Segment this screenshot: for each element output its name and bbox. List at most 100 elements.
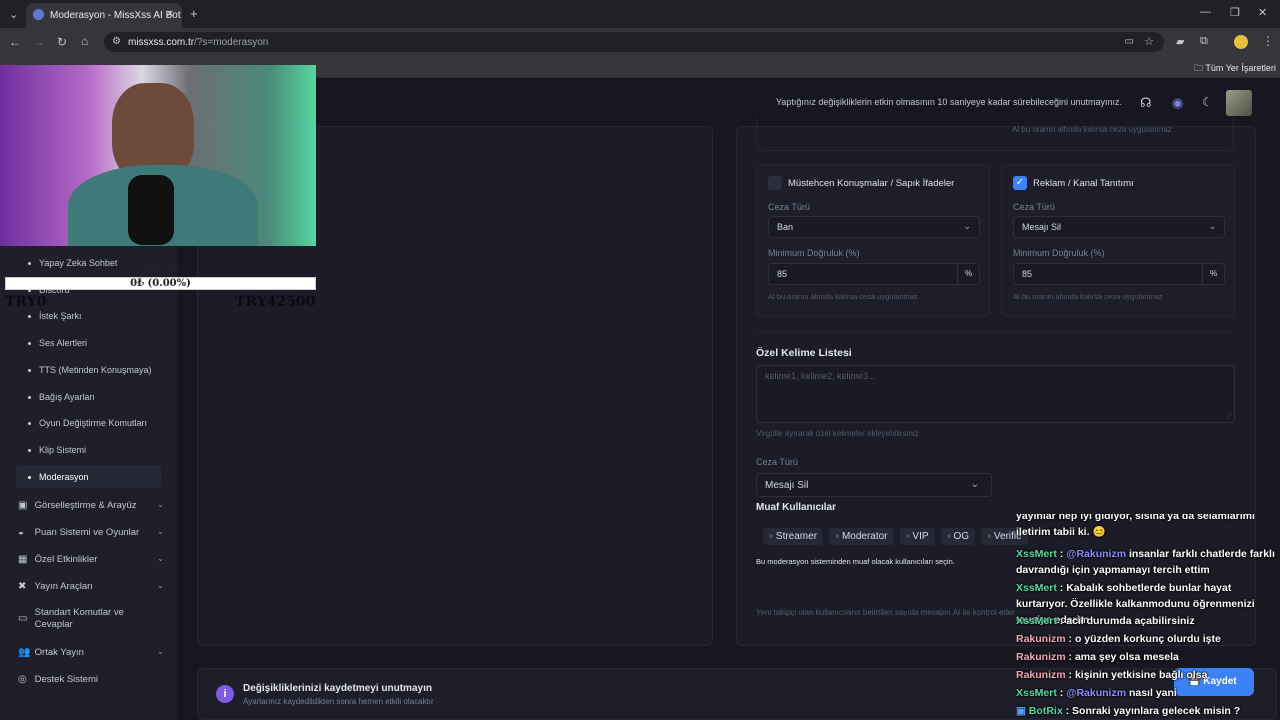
users-icon: 👥 [18,647,31,658]
all-bookmarks-label: Tüm Yer İşaretleri [1205,63,1276,73]
info-icon: i [216,685,234,703]
sidebar-item-klip[interactable]: Klip Sistemi [28,445,86,455]
bullet-icon [28,422,31,426]
obscene-checkbox[interactable] [768,176,782,190]
remove-tag-icon[interactable]: × [769,532,776,541]
sidebar-item-yayin-araclari[interactable]: ✖ Yayın Araçları ⌄ [18,581,168,592]
home-icon[interactable]: ⌂ [81,34,88,48]
window-close-icon[interactable]: ✕ [1258,6,1267,19]
bookmark-star-icon[interactable]: ☆ [1144,35,1154,48]
microphone [128,175,174,245]
donation-progress-bar: 0₺ (0.00%) [5,277,316,290]
accuracy-input[interactable]: 85 % [768,263,980,285]
new-tab-icon[interactable]: + [190,6,198,21]
minimize-icon[interactable]: — [1200,6,1211,18]
extension-icon[interactable]: ▰ [1176,35,1184,48]
calendar-icon: ▦ [18,554,28,565]
browser-tab[interactable]: Moderasyon - MissXss AI Bot S ✕ [26,3,182,28]
moon-icon[interactable]: ☾ [1202,95,1213,109]
previous-card: Al bu oranın altında kalırsa ceza uygula… [756,117,1234,151]
sidebar-item-oyun-degistirme[interactable]: Oyun Değiştirme Komutları [28,418,147,428]
chat-message: XssMert : @Rakunizm nasıl yani [1016,687,1177,699]
close-tab-icon[interactable]: ✕ [166,9,174,20]
tab-title: Moderasyon - MissXss AI Bot S [50,10,182,21]
url-domain: missxss.com.tr [128,37,195,48]
penalty-select[interactable]: Ban ⌄ [768,216,980,238]
reload-icon[interactable]: ↻ [57,35,67,49]
penalty-select[interactable]: Mesajı Sil ⌄ [1013,216,1225,238]
penalty-type-select[interactable]: Mesajı Sil ⌄ [756,473,992,497]
remove-tag-icon[interactable]: × [987,532,994,541]
chat-message: ▣ BotRix : Sonraki yayınlara gelecek mis… [1016,705,1241,717]
webcam-overlay [0,65,316,246]
sidebar-item-yapay-zeka[interactable]: Yapay Zeka Sohbet [28,258,117,268]
discord-icon[interactable]: ◉ [1172,95,1183,111]
address-bar[interactable]: ⚙ missxss.com.tr/?s=moderasyon ▭ ☆ [104,32,1164,52]
site-info-icon[interactable]: ⚙ [112,36,121,47]
chevron-down-icon: ⌄ [157,500,164,509]
sidebar-item-moderasyon[interactable]: Moderasyon [28,472,89,482]
palette-icon: ▣ [18,500,28,511]
bullet-icon [28,342,31,346]
ads-checkbox[interactable]: ✓ [1013,176,1027,190]
chevron-down-icon: ⌄ [963,221,971,231]
exempt-tag[interactable]: × OG [940,528,976,545]
resize-handle-icon[interactable]: ⟋ [1226,412,1232,422]
avatar[interactable] [1226,90,1252,116]
sidebar-item-standart-komutlar[interactable]: ▭ Standart Komutlar ve Cevaplar [18,607,168,631]
exempt-tag[interactable]: × VIP [899,528,935,545]
sidebar-item-istek-sarki[interactable]: İstek Şarkı [28,311,82,321]
sidebar-item-ses-alertleri[interactable]: Ses Alertleri [28,338,87,348]
new-follower-hint: Yeni takipçi olan kullanıcıların belirti… [756,608,1015,617]
overlay-label: borçlar [143,263,180,274]
sidebar-item-bagis[interactable]: Bağış Ayarları [28,392,95,402]
sidebar-item-puan[interactable]: ◒ Puan Sistemi ve Oyunlar ⌄ [18,527,168,538]
moderation-card-obscene: Müstehcen Konuşmalar / Sapık İfadeler Ce… [756,164,990,317]
previous-card-hint: Al bu oranın altında kalırsa ceza uygula… [1012,125,1172,134]
chat-message: XssMert : acil durumda açabilirsiniz [1016,615,1195,627]
sidebar-item-ortak-yayin[interactable]: 👥 Ortak Yayın ⌄ [18,647,168,658]
chevron-down-icon: ⌄ [157,527,164,536]
menu-icon[interactable]: ⋮ [1262,34,1274,48]
exempt-tags[interactable]: × Streamer × Moderator × VIP × OG × Verifie [763,526,1053,545]
restore-icon[interactable]: ❐ [1230,6,1240,19]
url-path: /?s=moderasyon [194,37,269,48]
sidebar-item-destek[interactable]: ◎ Destek Sistemi [18,674,168,685]
sidebar-item-ozel-etkinlikler[interactable]: ▦ Özel Etkinlikler ⌄ [18,554,168,565]
puzzle-icon[interactable]: ⧉ [1200,35,1208,48]
sidebar-item-gorsellestirme[interactable]: ▣ Görselleştirme & Arayüz ⌄ [18,500,168,511]
profile-avatar[interactable] [1234,35,1248,49]
sidebar-item-tts[interactable]: TTS (Metinden Konuşmaya) [28,365,152,375]
exempt-users-title: Muaf Kullanıcılar [756,502,837,513]
forward-icon[interactable]: → [33,35,45,49]
bullet-icon [28,449,31,453]
accuracy-label: Minimum Doğruluk (%) [1013,248,1105,258]
chat-message: XssMert : @Rakunizm insanlar farklı chat… [1016,548,1275,576]
terminal-icon: ▭ [18,613,28,624]
custom-words-title: Özel Kelime Listesi [756,347,852,359]
penalty-type-label: Ceza Türü [756,457,798,467]
remove-tag-icon[interactable]: × [835,532,842,541]
penalty-label: Ceza Türü [768,202,810,212]
cast-icon[interactable]: ▭ [1125,36,1134,47]
exempt-tag[interactable]: × Moderator [829,528,894,545]
headset-icon[interactable]: ☊ [1140,95,1152,111]
all-bookmarks[interactable]: 🗀 Tüm Yer İşaretleri [1194,61,1276,77]
header-notice: Yaptığınız değişikliklerin etkin olmasın… [776,97,1123,107]
tab-search-chevron-icon[interactable]: ⌄ [9,8,18,21]
accuracy-label: Minimum Doğruluk (%) [768,248,860,258]
percent-unit: % [957,264,979,284]
exempt-tag[interactable]: × Streamer [763,528,824,545]
custom-words-hint: Virgülle ayırarak özel kelimeler ekleyeb… [756,429,919,438]
divider [756,332,1234,333]
save-bar-title: Değişikliklerinizi kaydetmeyi unutmayın [243,683,432,694]
custom-words-textarea[interactable]: kelime1, kelime2, kelime3... ⟋ [756,365,1235,423]
chat-overlay: yayınlar hep iyi gidiyor, sisina'ya da s… [1016,514,1278,720]
chevron-down-icon: ⌄ [157,581,164,590]
bullet-icon [28,315,31,319]
chevron-down-icon: ⌄ [1208,221,1216,231]
accuracy-input[interactable]: 85 % [1013,263,1225,285]
back-icon[interactable]: ← [9,35,21,49]
coins-icon: ◒ [18,527,25,538]
bullet-icon [28,262,31,266]
